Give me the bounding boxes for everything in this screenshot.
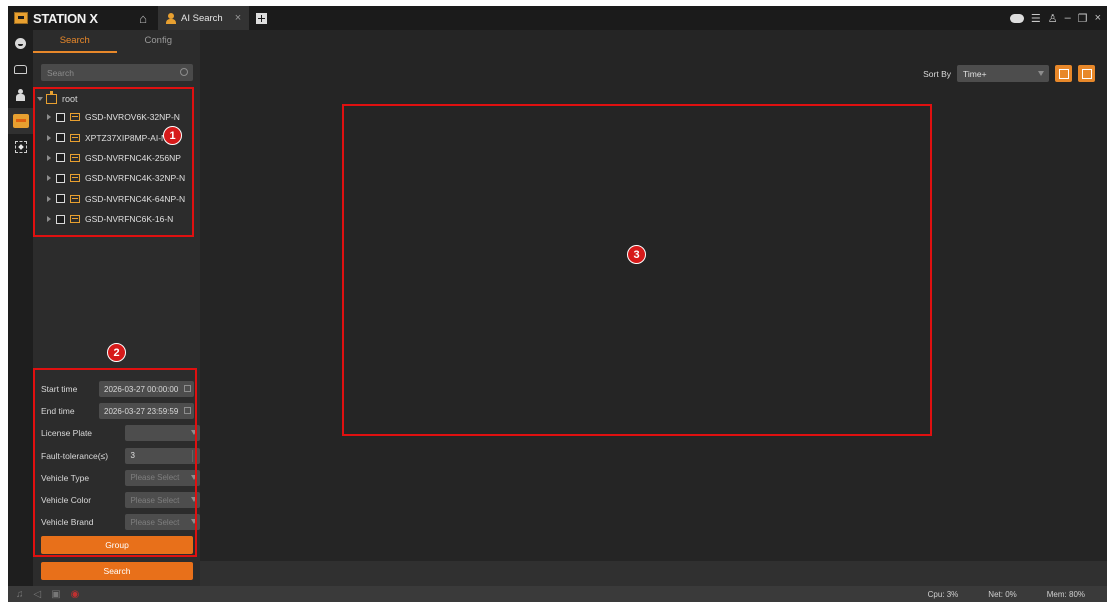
rail-person[interactable] <box>8 82 33 108</box>
person-icon <box>16 89 25 101</box>
save-icon[interactable] <box>1055 65 1072 82</box>
cpu-usage: Cpu: 3% <box>927 589 959 599</box>
sort-label: Sort By <box>923 68 951 79</box>
tab-search[interactable]: Search <box>33 30 117 53</box>
results-footer <box>200 561 1107 586</box>
rail-vehicle[interactable] <box>8 56 33 82</box>
tab-ai-search[interactable]: AI Search × <box>158 6 250 30</box>
user-icon[interactable]: ♙ <box>1048 12 1058 25</box>
annotation-badge-2: 2 <box>107 343 126 362</box>
export-icon[interactable] <box>1078 65 1095 82</box>
close-icon[interactable]: × <box>1095 12 1101 24</box>
mem-usage: Mem: 80% <box>1046 589 1085 599</box>
search-icon[interactable] <box>180 68 188 76</box>
restore-icon[interactable]: ❐ <box>1078 12 1088 25</box>
tab-label: AI Search <box>181 12 223 24</box>
bell-icon[interactable]: ♫ <box>16 589 24 600</box>
menu-icon[interactable]: ☰ <box>1031 12 1041 25</box>
monitor-icon[interactable]: ▣ <box>51 589 60 600</box>
status-icons: ♫ ◁ ▣ ◉ <box>8 589 79 600</box>
add-tab-icon[interactable] <box>256 12 268 24</box>
tab-config[interactable]: Config <box>117 30 201 53</box>
target-icon <box>14 141 27 153</box>
minimize-icon[interactable]: – <box>1065 12 1071 24</box>
title-bar: STATION X ⌂ AI Search × ☰ ♙ – ❐ × <box>8 6 1107 30</box>
logo-icon <box>14 12 28 24</box>
search-input[interactable]: Search <box>41 64 193 81</box>
system-stats: Cpu: 3% Net: 0% Mem: 80% <box>928 590 1085 599</box>
chevron-down-icon <box>1038 71 1044 76</box>
annotation-badge-3: 3 <box>627 245 646 264</box>
vehicle-search-icon <box>12 114 29 128</box>
sort-select[interactable]: Time+ <box>957 65 1049 82</box>
brand-name: STATION X <box>33 10 98 26</box>
home-tab-icon[interactable]: ⌂ <box>128 6 158 30</box>
annotation-badge-1: 1 <box>163 126 182 145</box>
annotation-box-2 <box>33 368 197 557</box>
alarm-icon[interactable]: ◉ <box>71 589 80 600</box>
cloud-icon[interactable] <box>1009 13 1024 23</box>
function-rail <box>8 30 33 586</box>
status-bar: ♫ ◁ ▣ ◉ Cpu: 3% Net: 0% Mem: 80% <box>8 586 1107 602</box>
speaker-icon[interactable]: ◁ <box>34 589 42 600</box>
rail-face-search[interactable] <box>8 30 33 56</box>
panel-tabs: Search Config <box>33 30 200 53</box>
sort-value: Time+ <box>963 68 987 79</box>
window-controls: ☰ ♙ – ❐ × <box>1009 6 1101 30</box>
annotation-box-3 <box>342 104 932 436</box>
app-logo: STATION X <box>8 11 128 26</box>
net-usage: Net: 0% <box>988 589 1017 599</box>
person-icon <box>166 12 176 24</box>
annotation-box-1 <box>33 87 194 237</box>
face-icon <box>15 37 26 49</box>
close-tab-icon[interactable]: × <box>235 12 241 24</box>
rail-vehicle-search[interactable] <box>8 108 33 134</box>
rail-target[interactable] <box>8 134 33 160</box>
sort-controls: Sort By Time+ <box>923 65 1095 82</box>
search-button[interactable]: Search <box>41 562 193 580</box>
car-icon <box>14 64 27 74</box>
search-placeholder: Search <box>47 67 74 78</box>
